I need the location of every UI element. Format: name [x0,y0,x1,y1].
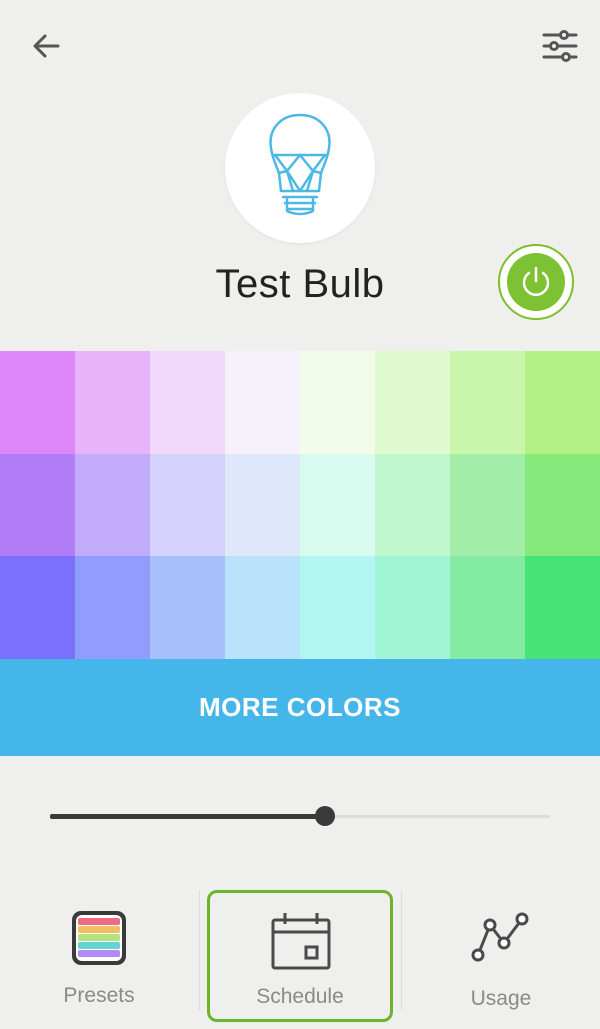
power-icon [522,266,550,296]
power-button[interactable] [498,244,574,320]
color-swatch[interactable] [525,351,600,454]
nav-presets-label: Presets [63,984,135,1007]
color-swatch[interactable] [225,351,300,454]
color-swatch[interactable] [450,351,525,454]
color-swatch[interactable] [0,556,75,659]
nav-divider [401,890,402,1010]
slider-fill [50,814,325,819]
color-swatch[interactable] [300,351,375,454]
lightbulb-icon [269,113,331,216]
color-swatch[interactable] [75,351,150,454]
color-swatch[interactable] [525,556,600,659]
top-bar [0,0,600,92]
color-swatch[interactable] [225,453,300,557]
color-swatch[interactable] [0,453,75,557]
color-palette [0,351,600,659]
color-swatch[interactable] [375,351,450,454]
color-swatch[interactable] [150,556,225,659]
line-graph-icon [471,912,529,962]
rainbow-palette-icon [72,911,126,965]
settings-button[interactable] [536,26,584,66]
color-swatch[interactable] [150,453,225,557]
nav-usage[interactable]: Usage [402,885,600,1029]
color-swatch[interactable] [225,556,300,659]
more-colors-button[interactable]: MORE COLORS [0,659,600,756]
calendar-icon [271,913,331,970]
nav-schedule-label: Schedule [256,985,344,1008]
color-swatch[interactable] [300,453,375,557]
color-swatch[interactable] [75,556,150,659]
arrow-left-icon [33,34,60,58]
color-swatch[interactable] [0,351,75,454]
nav-presets[interactable]: Presets [0,885,198,1029]
nav-divider [199,890,200,1010]
color-swatch[interactable] [525,453,600,557]
device-avatar [225,93,375,243]
color-swatch[interactable] [450,453,525,557]
brightness-slider[interactable] [50,800,550,834]
color-swatch[interactable] [375,556,450,659]
power-button-fill [507,253,565,311]
color-swatch[interactable] [150,351,225,454]
back-button[interactable] [24,28,68,68]
nav-usage-label: Usage [470,987,532,1010]
color-swatch[interactable] [300,556,375,659]
bottom-navigation: Presets Schedule Usage [0,885,600,1029]
nav-schedule[interactable]: Schedule [207,890,393,1022]
sliders-icon [542,30,578,62]
color-swatch[interactable] [75,453,150,557]
slider-thumb[interactable] [315,806,335,826]
color-swatch[interactable] [450,556,525,659]
color-swatch[interactable] [375,453,450,557]
